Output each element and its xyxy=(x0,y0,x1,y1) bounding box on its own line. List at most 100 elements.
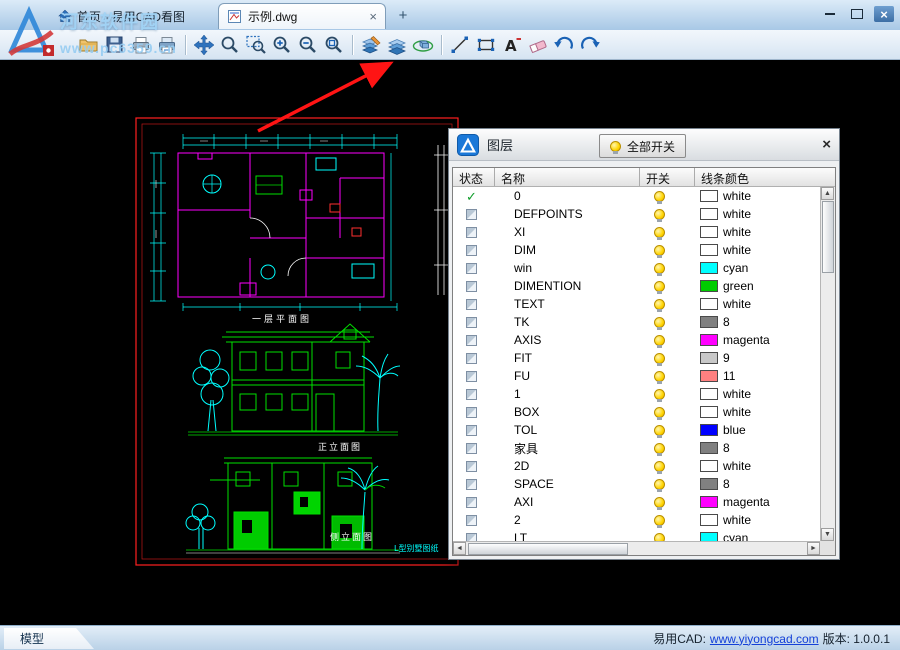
layer-status-icon[interactable] xyxy=(466,497,477,508)
layer-status-icon[interactable] xyxy=(466,353,477,364)
layer-color-cell[interactable]: white xyxy=(695,189,820,203)
layer-visibility-bulb-icon[interactable] xyxy=(654,353,665,364)
horizontal-scroll-thumb[interactable] xyxy=(468,543,628,555)
layer-status-icon[interactable] xyxy=(466,317,477,328)
layer-status-icon[interactable] xyxy=(466,335,477,346)
layer-status-icon[interactable] xyxy=(466,407,477,418)
layer-visibility-bulb-icon[interactable] xyxy=(654,335,665,346)
zoom-extents-button[interactable] xyxy=(321,32,347,58)
layer-row[interactable]: FIT 9 xyxy=(453,349,820,367)
layer-color-cell[interactable]: cyan xyxy=(695,261,820,275)
layer-panel-close-icon[interactable]: × xyxy=(822,136,831,153)
redo-button[interactable] xyxy=(577,32,603,58)
layer-status-icon[interactable] xyxy=(466,461,477,472)
layer-status-icon[interactable] xyxy=(466,281,477,292)
layer-color-cell[interactable]: 11 xyxy=(695,369,820,383)
layer-row[interactable]: TOL blue xyxy=(453,421,820,439)
layer-color-swatch[interactable] xyxy=(700,442,718,454)
view-3d-button[interactable] xyxy=(410,32,436,58)
layer-color-swatch[interactable] xyxy=(700,460,718,472)
layer-row[interactable]: FU 11 xyxy=(453,367,820,385)
layer-color-cell[interactable]: white xyxy=(695,243,820,257)
layer-status-icon[interactable] xyxy=(466,515,477,526)
layer-status-icon[interactable] xyxy=(466,389,477,400)
layer-row[interactable]: AXIS magenta xyxy=(453,331,820,349)
maximize-button[interactable] xyxy=(847,6,867,22)
layer-row[interactable]: 1 white xyxy=(453,385,820,403)
layer-row[interactable]: DEFPOINTS white xyxy=(453,205,820,223)
layer-status-icon[interactable] xyxy=(466,371,477,382)
layer-color-cell[interactable]: white xyxy=(695,459,820,473)
layer-states-button[interactable] xyxy=(384,32,410,58)
zoom-realtime-button[interactable] xyxy=(217,32,243,58)
text-tool-button[interactable]: A xyxy=(499,32,525,58)
save-button[interactable] xyxy=(102,32,128,58)
vertical-scroll-thumb[interactable] xyxy=(822,201,834,273)
layer-status-icon[interactable] xyxy=(466,533,477,542)
layer-row[interactable]: LT cyan xyxy=(453,529,820,541)
layer-row[interactable]: SPACE 8 xyxy=(453,475,820,493)
vertical-scrollbar[interactable]: ▲ ▼ xyxy=(820,187,835,541)
layer-color-swatch[interactable] xyxy=(700,370,718,382)
layer-status-icon[interactable] xyxy=(466,245,477,256)
layer-color-cell[interactable]: green xyxy=(695,279,820,293)
layer-color-cell[interactable]: blue xyxy=(695,423,820,437)
tab-home[interactable]: 首页 - 易用CAD看图 xyxy=(50,5,193,27)
layer-color-cell[interactable]: white xyxy=(695,297,820,311)
layer-color-swatch[interactable] xyxy=(700,208,718,220)
layer-visibility-bulb-icon[interactable] xyxy=(654,533,665,542)
layer-row[interactable]: 2D white xyxy=(453,457,820,475)
tab-close-icon[interactable]: × xyxy=(369,10,377,23)
layer-row[interactable]: 家具 8 xyxy=(453,439,820,457)
layer-row[interactable]: ✓ 0 white xyxy=(453,187,820,205)
layer-color-cell[interactable]: white xyxy=(695,225,820,239)
layer-status-icon[interactable] xyxy=(466,227,477,238)
layer-color-cell[interactable]: 8 xyxy=(695,441,820,455)
layer-row[interactable]: BOX white xyxy=(453,403,820,421)
layer-color-swatch[interactable] xyxy=(700,262,718,274)
brand-url-link[interactable]: www.yiyongcad.com xyxy=(710,632,819,646)
tab-document[interactable]: 示例.dwg × xyxy=(218,3,386,29)
layer-color-swatch[interactable] xyxy=(700,280,718,292)
zoom-in-button[interactable] xyxy=(269,32,295,58)
layer-color-swatch[interactable] xyxy=(700,388,718,400)
layer-row[interactable]: DIMENTION green xyxy=(453,277,820,295)
layer-status-icon[interactable] xyxy=(466,209,477,220)
rectangle-tool-button[interactable] xyxy=(473,32,499,58)
layer-status-icon[interactable] xyxy=(466,263,477,274)
layer-color-cell[interactable]: magenta xyxy=(695,333,820,347)
horizontal-scrollbar[interactable]: ◄ ► xyxy=(453,541,820,555)
layer-color-cell[interactable]: white xyxy=(695,387,820,401)
layer-status-icon[interactable]: ✓ xyxy=(466,190,477,203)
pan-button[interactable] xyxy=(191,32,217,58)
layer-visibility-bulb-icon[interactable] xyxy=(654,191,665,202)
layer-color-swatch[interactable] xyxy=(700,334,718,346)
layer-color-cell[interactable]: 8 xyxy=(695,315,820,329)
layer-color-swatch[interactable] xyxy=(700,424,718,436)
layer-color-cell[interactable]: cyan xyxy=(695,531,820,541)
layer-color-cell[interactable]: white xyxy=(695,513,820,527)
layer-visibility-bulb-icon[interactable] xyxy=(654,245,665,256)
layers-button[interactable] xyxy=(358,32,384,58)
layer-color-swatch[interactable] xyxy=(700,226,718,238)
layer-color-swatch[interactable] xyxy=(700,316,718,328)
layer-row[interactable]: win cyan xyxy=(453,259,820,277)
close-button[interactable]: × xyxy=(874,6,894,22)
layer-color-swatch[interactable] xyxy=(700,478,718,490)
layer-row[interactable]: 2 white xyxy=(453,511,820,529)
layer-color-cell[interactable]: white xyxy=(695,405,820,419)
scroll-left-icon[interactable]: ◄ xyxy=(453,542,466,555)
layer-color-cell[interactable]: white xyxy=(695,207,820,221)
layer-visibility-bulb-icon[interactable] xyxy=(654,497,665,508)
layer-row[interactable]: TK 8 xyxy=(453,313,820,331)
layer-visibility-bulb-icon[interactable] xyxy=(654,407,665,418)
new-tab-button[interactable]: + xyxy=(394,6,412,24)
layer-color-swatch[interactable] xyxy=(700,298,718,310)
layer-color-swatch[interactable] xyxy=(700,190,718,202)
minimize-button[interactable] xyxy=(820,6,840,22)
layer-color-swatch[interactable] xyxy=(700,496,718,508)
layer-visibility-bulb-icon[interactable] xyxy=(654,263,665,274)
layer-visibility-bulb-icon[interactable] xyxy=(654,515,665,526)
layer-row[interactable]: DIM white xyxy=(453,241,820,259)
layer-visibility-bulb-icon[interactable] xyxy=(654,317,665,328)
